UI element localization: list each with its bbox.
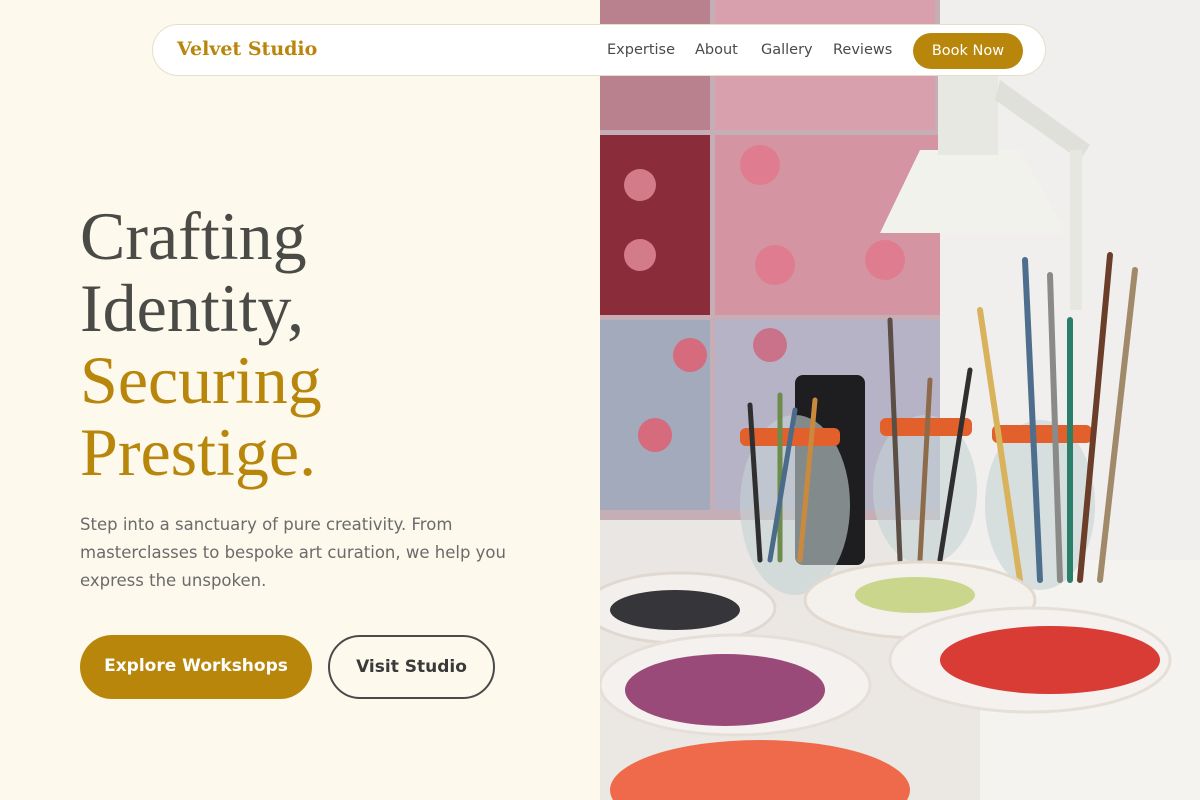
hero-description: Step into a sanctuary of pure creativity… xyxy=(80,515,506,590)
headline-line-1: Crafting xyxy=(80,198,307,274)
book-now-button[interactable]: Book Now xyxy=(913,33,1023,69)
headline-line-4: Prestige. xyxy=(80,414,317,490)
headline-line-2: Identity, xyxy=(80,270,305,346)
nav-link-gallery[interactable]: Gallery xyxy=(761,42,813,58)
navbar: Velvet Studio Expertise About Gallery Re… xyxy=(152,24,1046,76)
hero-photo xyxy=(600,0,1200,800)
nav-link-reviews[interactable]: Reviews xyxy=(833,42,892,58)
headline-line-3: Securing xyxy=(80,342,322,418)
brand-logo[interactable]: Velvet Studio xyxy=(177,38,317,60)
visit-studio-button[interactable]: Visit Studio xyxy=(328,635,495,699)
nav-link-expertise[interactable]: Expertise xyxy=(607,42,675,58)
explore-workshops-button[interactable]: Explore Workshops xyxy=(80,635,312,699)
hero-headline: Crafting Identity, Securing Prestige. xyxy=(80,200,322,488)
art-studio-illustration xyxy=(600,0,1200,800)
nav-link-about[interactable]: About xyxy=(695,42,738,58)
